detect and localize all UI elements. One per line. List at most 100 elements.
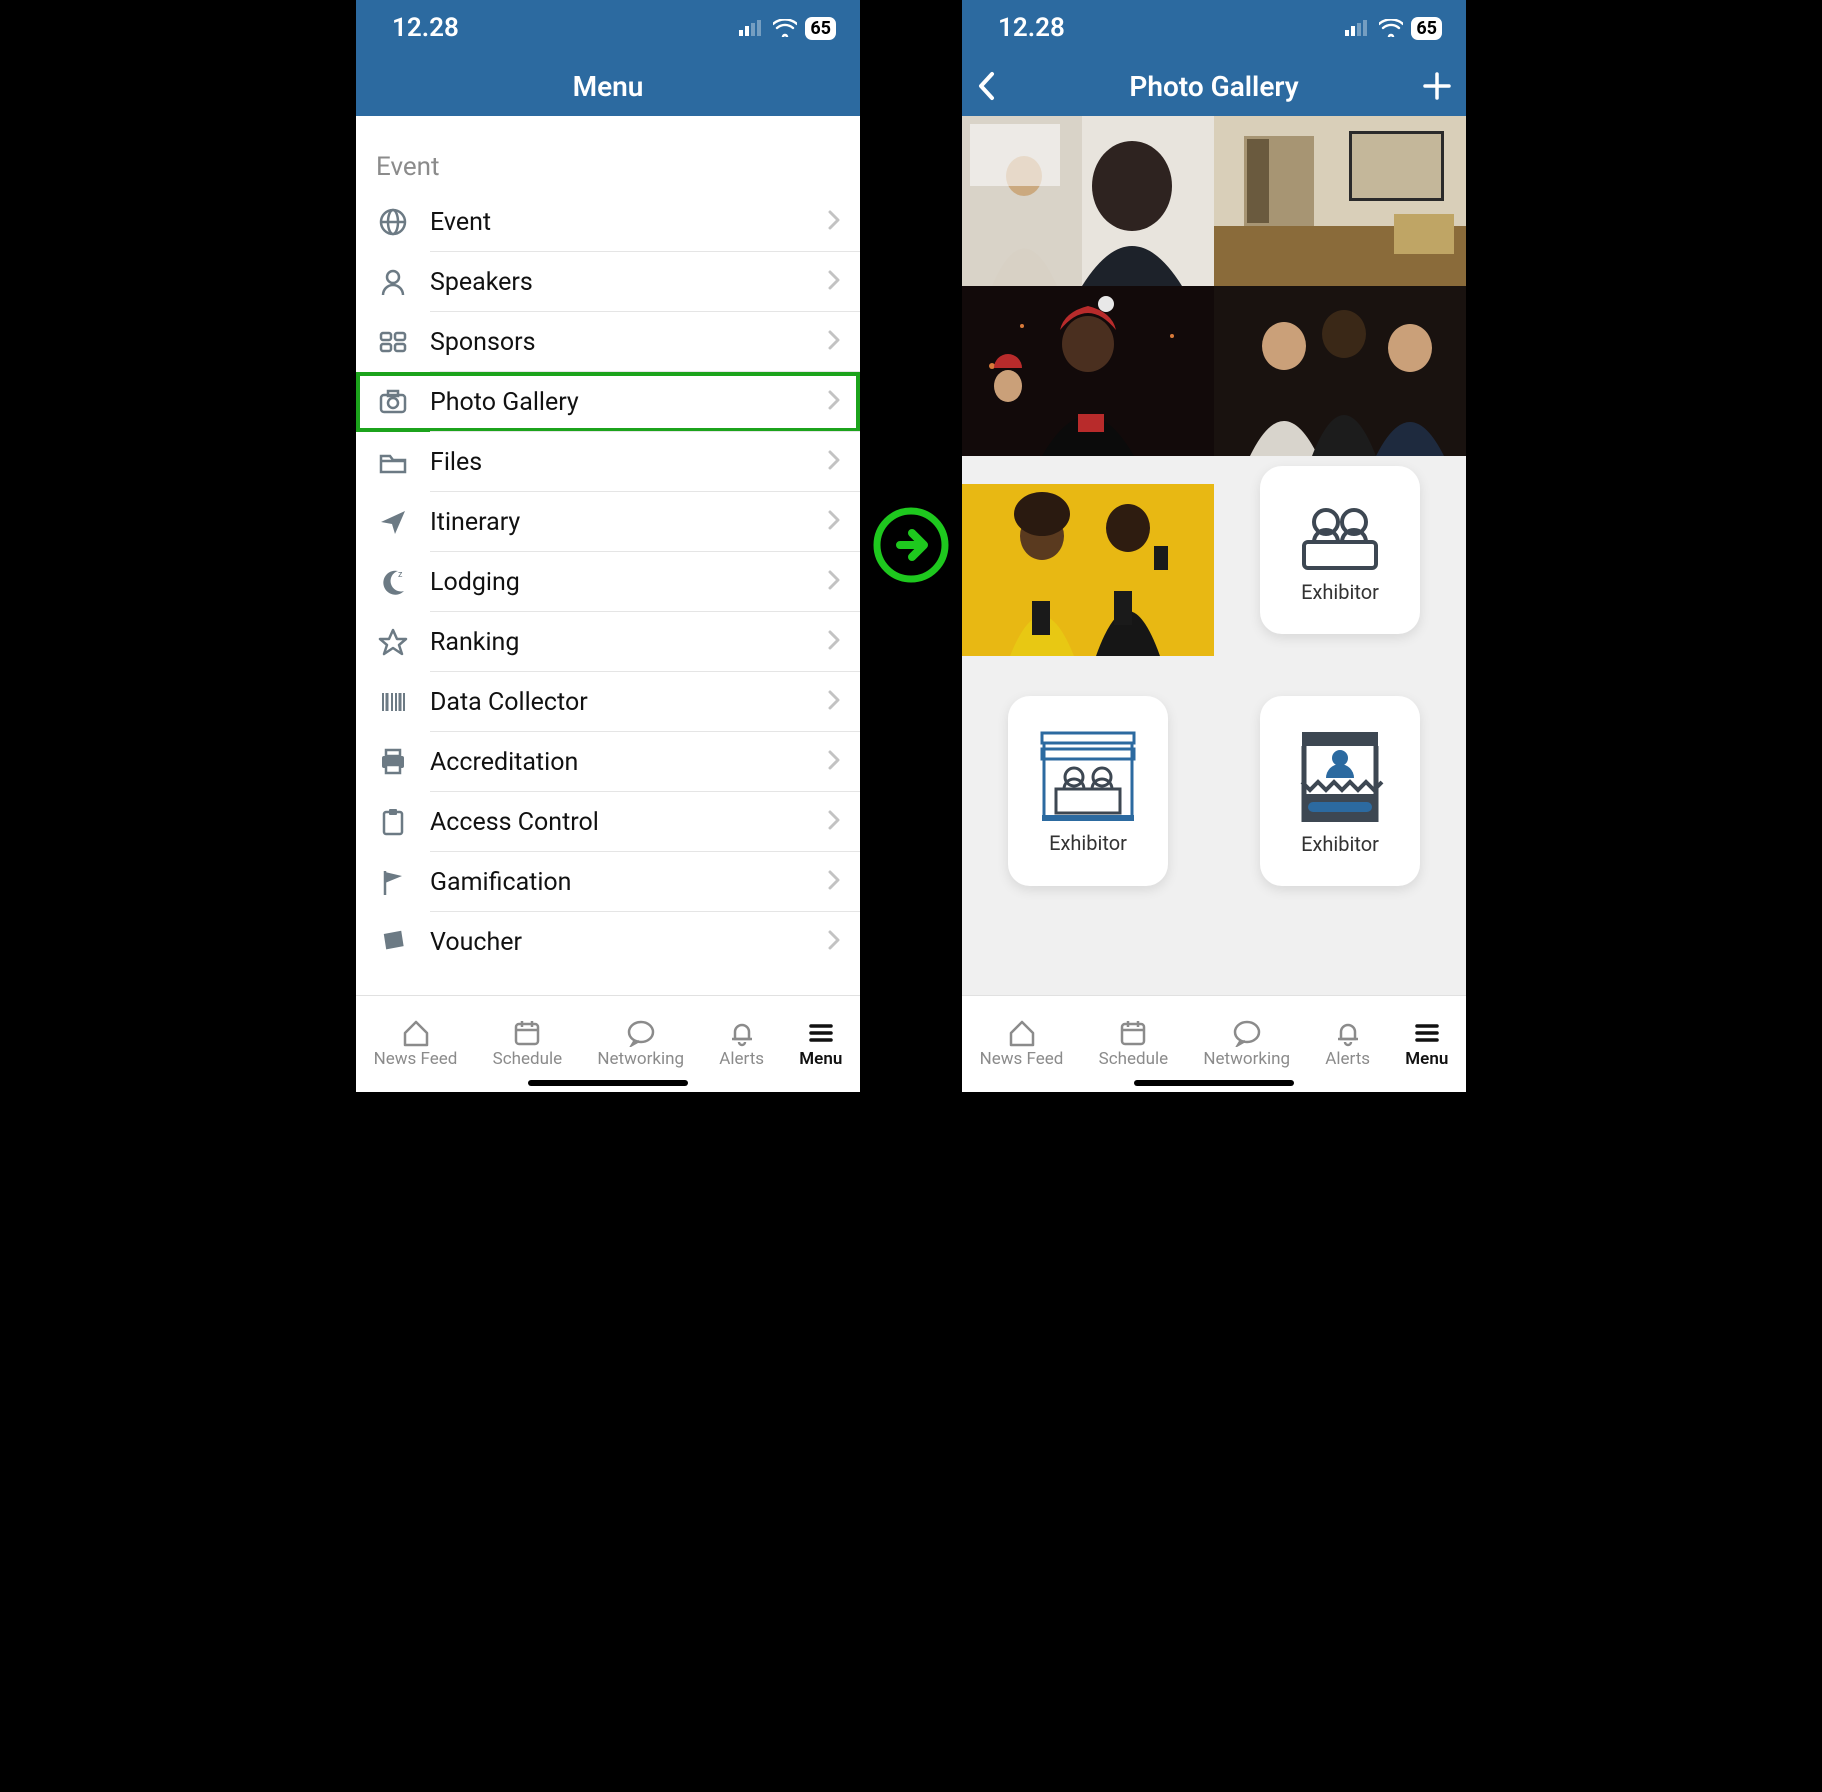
status-time: 12.28: [998, 13, 1065, 43]
chevron-right-icon: [828, 810, 840, 834]
photo-thumb[interactable]: [962, 116, 1214, 286]
section-header: Event: [356, 116, 860, 192]
tab-label: Menu: [1405, 1049, 1448, 1069]
home-indicator[interactable]: [1134, 1080, 1294, 1086]
photo-thumb[interactable]: Exhibitor: [1214, 456, 1466, 656]
transition-arrow: [872, 506, 950, 584]
printer-icon: [356, 747, 430, 777]
photo-thumb[interactable]: [1214, 286, 1466, 456]
bell-icon: [727, 1019, 757, 1047]
chevron-right-icon: [828, 570, 840, 594]
tab-menu[interactable]: Menu: [799, 1019, 842, 1069]
menu-icon: [1412, 1019, 1442, 1047]
plus-icon: [1422, 71, 1452, 101]
menu-item-label: Speakers: [430, 268, 860, 297]
tab-schedule[interactable]: Schedule: [493, 1019, 562, 1069]
tab-networking[interactable]: Networking: [1203, 1019, 1290, 1069]
menu-item-label: Access Control: [430, 808, 860, 837]
status-right: 65: [739, 17, 836, 40]
tab-label: Schedule: [493, 1049, 562, 1069]
menu-item-label: Event: [430, 208, 860, 237]
add-button[interactable]: [1422, 56, 1452, 116]
tab-label: Schedule: [1099, 1049, 1168, 1069]
status-bar: 12.28 65: [962, 0, 1466, 56]
menu-item-label: Gamification: [430, 868, 860, 897]
wifi-icon: [1379, 19, 1403, 37]
exhibitor-icon: [1296, 496, 1384, 574]
menu-item-lodging[interactable]: zLodging: [356, 552, 860, 612]
menu-item-ranking[interactable]: Ranking: [356, 612, 860, 672]
grid-icon: [356, 327, 430, 357]
tab-menu[interactable]: Menu: [1405, 1019, 1448, 1069]
exhibitor-label: Exhibitor: [1049, 831, 1127, 855]
menu-item-gamification[interactable]: Gamification: [356, 852, 860, 912]
chevron-right-icon: [828, 390, 840, 414]
menu-item-event[interactable]: Event: [356, 192, 860, 252]
wifi-icon: [773, 19, 797, 37]
photo-thumb[interactable]: Exhibitor: [1214, 656, 1466, 914]
chevron-right-icon: [828, 450, 840, 474]
back-button[interactable]: [976, 56, 998, 116]
tab-label: Alerts: [1325, 1049, 1370, 1069]
home-indicator[interactable]: [528, 1080, 688, 1086]
menu-item-label: Voucher: [430, 928, 860, 957]
star-icon: [356, 627, 430, 657]
chevron-right-icon: [828, 330, 840, 354]
menu-item-data-collector[interactable]: Data Collector: [356, 672, 860, 732]
chevron-right-icon: [828, 930, 840, 954]
flag-icon: [356, 867, 430, 897]
photo-gallery-grid[interactable]: Exhibitor Exhibitor Exhibitor: [962, 116, 1466, 996]
chevron-right-icon: [828, 870, 840, 894]
exhibitor-card[interactable]: Exhibitor: [1260, 466, 1420, 634]
photo-thumb[interactable]: [962, 456, 1214, 656]
tab-networking[interactable]: Networking: [597, 1019, 684, 1069]
tab-schedule[interactable]: Schedule: [1099, 1019, 1168, 1069]
send-icon: [356, 507, 430, 537]
chat-icon: [1232, 1019, 1262, 1047]
chevron-right-icon: [828, 630, 840, 654]
exhibitor-kiosk-icon: [1292, 726, 1388, 826]
battery-badge: 65: [805, 17, 836, 40]
menu-item-label: Photo Gallery: [430, 388, 860, 417]
home-icon: [1007, 1019, 1037, 1047]
chevron-right-icon: [828, 270, 840, 294]
signal-icon: [1345, 20, 1371, 36]
menu-item-voucher[interactable]: Voucher: [356, 912, 860, 972]
tab-alerts[interactable]: Alerts: [1325, 1019, 1370, 1069]
exhibitor-card[interactable]: Exhibitor: [1008, 696, 1168, 886]
phone-left: 12.28 65 Menu Event Event Speakers Sponsor…: [356, 0, 860, 1092]
barcode-icon: [356, 687, 430, 717]
menu-item-files[interactable]: Files: [356, 432, 860, 492]
exhibitor-booth-icon: [1036, 727, 1140, 825]
menu-list[interactable]: Event Event Speakers Sponsors Photo Gallery…: [356, 116, 860, 996]
calendar-icon: [512, 1019, 542, 1047]
menu-item-label: Files: [430, 448, 860, 477]
exhibitor-card[interactable]: Exhibitor: [1260, 696, 1420, 886]
tab-alerts[interactable]: Alerts: [719, 1019, 764, 1069]
chevron-left-icon: [976, 71, 998, 101]
chat-icon: [626, 1019, 656, 1047]
menu-item-speakers[interactable]: Speakers: [356, 252, 860, 312]
folder-icon: [356, 447, 430, 477]
photo-thumb[interactable]: [1214, 116, 1466, 286]
chevron-right-icon: [828, 750, 840, 774]
menu-item-label: Sponsors: [430, 328, 860, 357]
menu-item-itinerary[interactable]: Itinerary: [356, 492, 860, 552]
menu-item-access-control[interactable]: Access Control: [356, 792, 860, 852]
calendar-icon: [1118, 1019, 1148, 1047]
battery-badge: 65: [1411, 17, 1442, 40]
tab-news-feed[interactable]: News Feed: [374, 1019, 458, 1069]
status-bar: 12.28 65: [356, 0, 860, 56]
photo-thumb[interactable]: [962, 286, 1214, 456]
tab-label: Alerts: [719, 1049, 764, 1069]
menu-item-sponsors[interactable]: Sponsors: [356, 312, 860, 372]
tab-label: News Feed: [374, 1049, 458, 1069]
exhibitor-label: Exhibitor: [1301, 832, 1379, 856]
moon-icon: z: [356, 567, 430, 597]
photo-thumb[interactable]: Exhibitor: [962, 656, 1214, 914]
tab-news-feed[interactable]: News Feed: [980, 1019, 1064, 1069]
chevron-right-icon: [828, 690, 840, 714]
menu-item-accreditation[interactable]: Accreditation: [356, 732, 860, 792]
home-icon: [401, 1019, 431, 1047]
menu-item-photo-gallery[interactable]: Photo Gallery: [356, 372, 860, 432]
